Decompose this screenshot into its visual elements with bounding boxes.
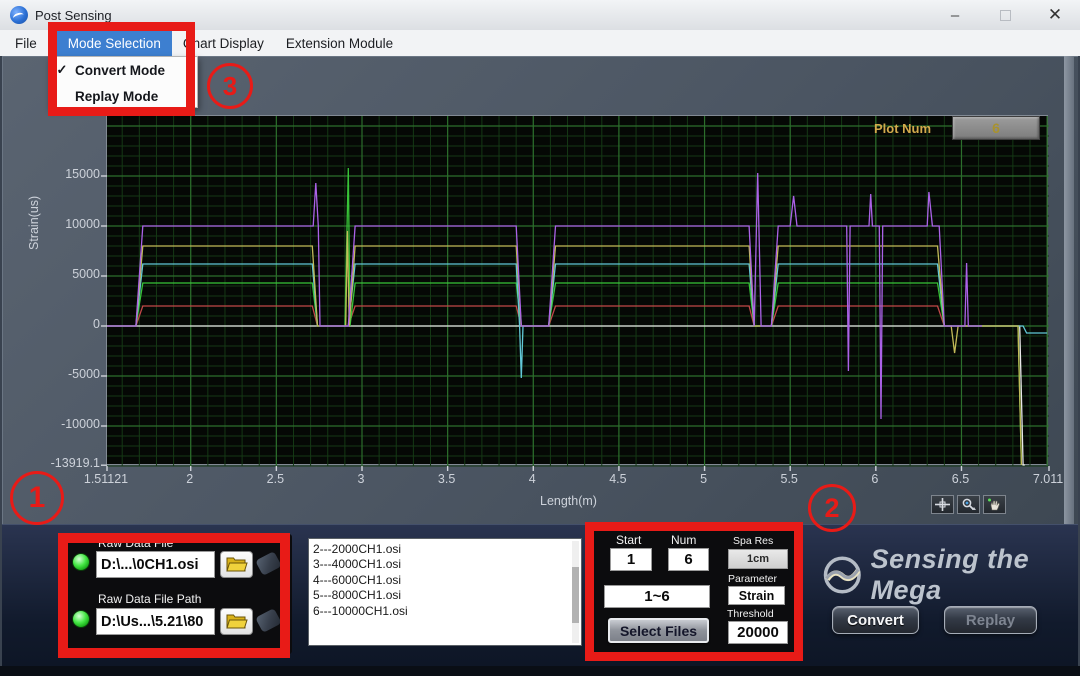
browse-path-button[interactable]: [220, 608, 253, 635]
x-tick-label: 3.5: [438, 472, 455, 486]
menu-item-extension-module[interactable]: Extension Module: [275, 30, 404, 56]
maximize-button[interactable]: [980, 0, 1030, 30]
brand-logo: Sensing the Mega: [822, 544, 1080, 606]
replay-button[interactable]: Replay: [944, 606, 1037, 634]
x-tick-label: 7.011: [1033, 472, 1063, 486]
plot-num-value[interactable]: 6: [952, 116, 1040, 140]
menu-item-label: Replay Mode: [75, 89, 158, 104]
x-axis-label: Length(m): [540, 494, 597, 508]
menu-item-convert-mode[interactable]: ✓Convert Mode: [49, 57, 197, 83]
mode-selection-menu: ✓Convert Mode Replay Mode: [48, 56, 198, 108]
y-tick-label: -13919.1: [28, 456, 100, 470]
threshold-input[interactable]: 20000: [728, 621, 788, 644]
menu-item-label: Convert Mode: [75, 63, 165, 78]
x-tick-label: 2.5: [267, 472, 284, 486]
x-tick-label: 4.5: [609, 472, 626, 486]
window-bottom-border: [0, 666, 1080, 676]
start-input[interactable]: 1: [610, 548, 652, 571]
spa-res-value[interactable]: 1cm: [728, 549, 788, 569]
folder-icon: [226, 557, 248, 573]
raw-data-file-path-input[interactable]: D:\Us...\5.21\80: [96, 608, 215, 635]
x-tick-label: 3: [358, 472, 365, 486]
threshold-label: Threshold: [727, 608, 774, 620]
crosshair-tool-button[interactable]: [931, 495, 954, 514]
y-tick-label: 5000: [28, 267, 100, 281]
app-logo-icon: [10, 6, 28, 24]
raw-data-file-input[interactable]: D:\...\0CH1.osi: [96, 551, 215, 578]
x-tick-label: 6: [871, 472, 878, 486]
crosshair-icon: [935, 498, 950, 511]
path-ready-led: [72, 610, 90, 628]
menu-item-chart-display[interactable]: Chart Display: [172, 30, 275, 56]
hand-icon: [987, 498, 1002, 511]
zoom-tool-button[interactable]: [957, 495, 980, 514]
raw-data-file-path-label: Raw Data File Path: [98, 592, 201, 606]
brand-text: Sensing the Mega: [871, 544, 1080, 606]
menu-bar: File Mode SelectionChart DisplayExtension…: [0, 30, 1080, 56]
close-button[interactable]: ✕: [1030, 0, 1080, 30]
chart-series-plot4-cyan: [107, 264, 1047, 378]
pan-tool-button[interactable]: [983, 495, 1006, 514]
x-tick-label: 1.51121: [84, 472, 128, 486]
parameter-label: Parameter: [728, 573, 777, 585]
check-icon: ✓: [49, 62, 75, 78]
num-input[interactable]: 6: [668, 548, 709, 571]
file-list-item[interactable]: 3---4000CH1.osi: [309, 557, 581, 573]
x-tick-label: 5.5: [780, 472, 797, 486]
y-axis-label: Strain(us): [27, 234, 41, 250]
x-tick-label: 4: [529, 472, 536, 486]
graph-tool-palette: [931, 495, 1006, 514]
range-input[interactable]: 1~6: [604, 585, 710, 608]
raw-data-file-label: Raw Data File: [98, 536, 173, 550]
select-files-button[interactable]: Select Files: [608, 618, 709, 643]
x-tick-label: 2: [186, 472, 193, 486]
app-window: Post Sensing – ✕ File Mode SelectionChart…: [0, 0, 1080, 676]
menu-item-mode-selection[interactable]: Mode Selection: [57, 30, 172, 56]
file-list-item[interactable]: 5---8000CH1.osi: [309, 588, 581, 604]
converted-file-list[interactable]: 1---0CH1.osi2---2000CH1.osi3---4000CH1.o…: [308, 538, 582, 646]
strain-chart-plot: [106, 115, 1048, 465]
file-list-item[interactable]: 6---10000CH1.osi: [309, 604, 581, 620]
x-tick-label: 6.5: [952, 472, 969, 486]
file-list-item[interactable]: 4---6000CH1.osi: [309, 573, 581, 589]
start-label: Start: [616, 533, 641, 547]
window-title: Post Sensing: [35, 8, 112, 23]
num-label: Num: [671, 533, 696, 547]
minimize-button[interactable]: –: [930, 0, 980, 30]
menu-item-file[interactable]: File: [4, 30, 48, 56]
sensing-mega-logo-icon: [822, 552, 863, 598]
folder-icon: [226, 614, 248, 630]
file-ready-led: [72, 553, 90, 571]
file-list-item[interactable]: 2---2000CH1.osi: [309, 542, 581, 558]
title-bar: Post Sensing – ✕: [0, 0, 1080, 30]
spa-res-label: Spa Res: [733, 535, 773, 547]
convert-button[interactable]: Convert: [832, 606, 919, 634]
y-tick-label: -5000: [28, 367, 100, 381]
scrollbar-thumb[interactable]: [572, 567, 579, 623]
maximize-icon: [1000, 10, 1011, 21]
x-tick-label: 5: [700, 472, 707, 486]
y-tick-label: 10000: [28, 217, 100, 231]
file-list-scrollbar[interactable]: [572, 541, 579, 643]
y-tick-label: 0: [28, 317, 100, 331]
plot-num-label: Plot Num: [874, 121, 931, 136]
browse-file-button[interactable]: [220, 551, 253, 578]
y-tick-label: -10000: [28, 417, 100, 431]
menu-item-replay-mode[interactable]: Replay Mode: [49, 83, 197, 109]
parameter-value[interactable]: Strain: [728, 586, 785, 605]
magnifier-icon: [961, 498, 976, 511]
y-tick-label: 15000: [28, 167, 100, 181]
